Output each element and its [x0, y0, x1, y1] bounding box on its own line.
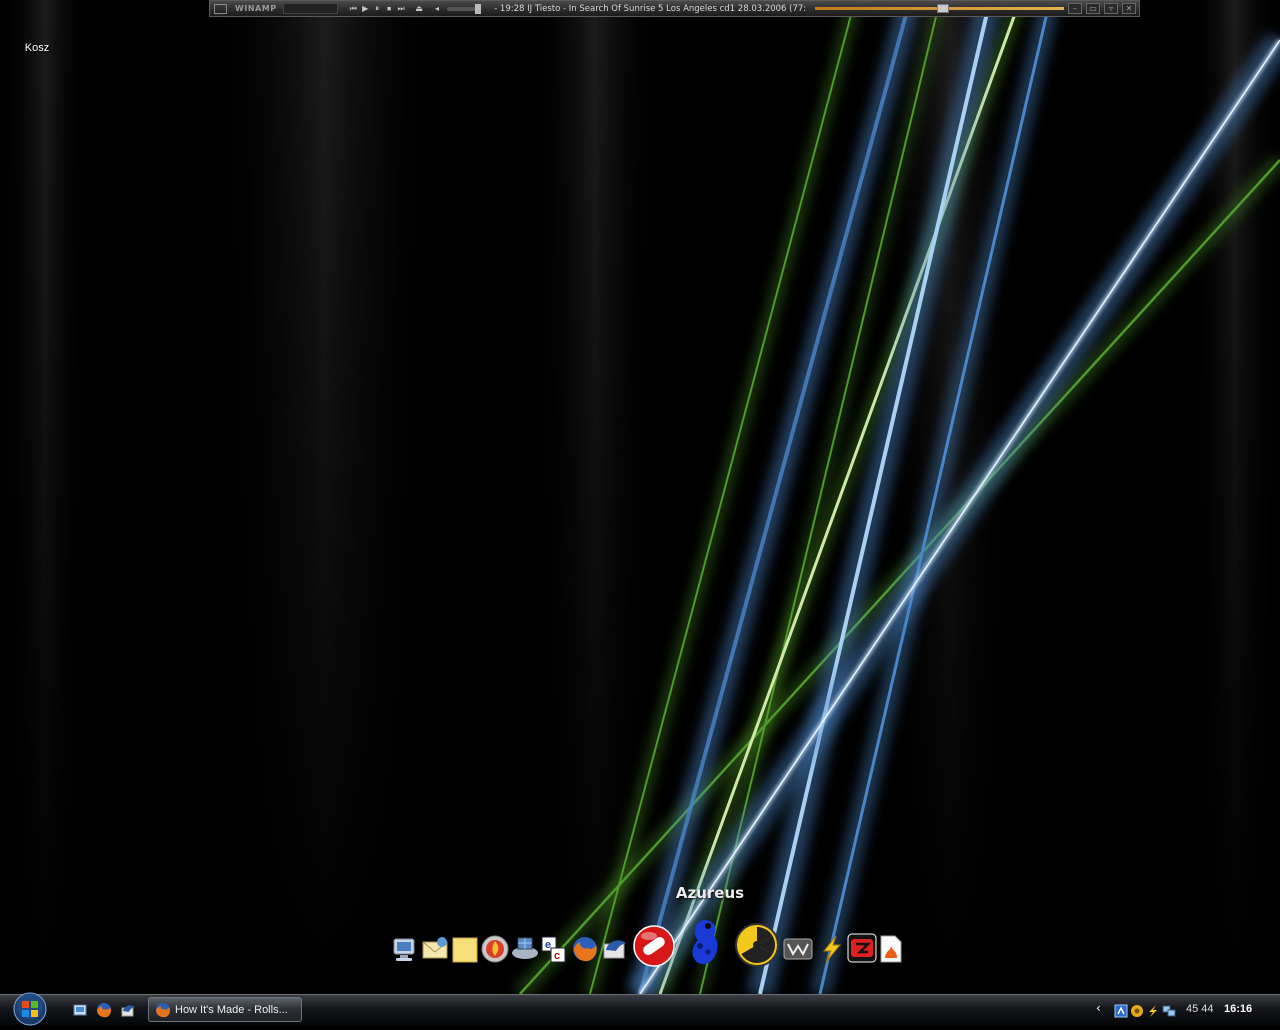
firefox-icon[interactable]: [570, 934, 600, 964]
desktop-icon-recycle-bin[interactable]: Kosz: [10, 36, 64, 55]
pause-button[interactable]: ⏸: [371, 4, 383, 14]
seek-knob[interactable]: [937, 4, 950, 13]
svg-text:c: c: [554, 950, 560, 962]
lightning-icon[interactable]: [816, 934, 846, 964]
connection-tray-icon[interactable]: [1162, 1003, 1176, 1017]
next-track-button[interactable]: ⏭: [395, 4, 407, 14]
pill-icon[interactable]: [632, 924, 676, 968]
svg-text:e: e: [545, 939, 551, 951]
ec-app-icon[interactable]: ec: [540, 934, 568, 964]
winamp-visualizer[interactable]: [282, 3, 338, 14]
winamp-close-button[interactable]: ✕: [1121, 3, 1136, 14]
seek-bar[interactable]: [815, 4, 1065, 13]
start-button[interactable]: [4, 992, 48, 1026]
volume-slider[interactable]: [446, 3, 481, 14]
winamp-shade-button[interactable]: ▿: [1103, 3, 1118, 14]
track-title: - 19:28 IJ Tiesto - In Search Of Sunrise…: [494, 3, 808, 14]
show-desktop-icon[interactable]: [72, 1002, 88, 1018]
document-icon[interactable]: [878, 934, 904, 964]
winamp-menu-icon[interactable]: [214, 3, 228, 14]
radiation-icon[interactable]: [734, 922, 780, 968]
taskbar: How It's Made - Rolls... ‹ 45 44 16:16: [0, 992, 1280, 1026]
winamp-window[interactable]: WINAMP ⏮ ▶ ⏸ ⏹ ⏭ ⏏ ◂ - 19:28 IJ Tiesto -…: [209, 0, 1140, 17]
taskbar-button-label: How It's Made - Rolls...: [175, 1003, 288, 1016]
clock[interactable]: 16:16: [1224, 1003, 1252, 1015]
mail-icon[interactable]: [420, 934, 450, 964]
dock: ec: [388, 918, 908, 970]
winamp-icon[interactable]: [782, 934, 814, 964]
winamp-minimize-button[interactable]: –: [1068, 3, 1083, 14]
volume-icon: ◂: [434, 4, 439, 13]
network-places-icon[interactable]: [510, 934, 540, 964]
eject-button[interactable]: ⏏: [413, 4, 425, 13]
firefox-icon: [156, 1002, 170, 1017]
dock-hover-label: Azureus: [675, 884, 745, 902]
thunderbird-icon[interactable]: [600, 934, 630, 964]
thunderbird-quicklaunch-icon[interactable]: [120, 1002, 136, 1018]
system-tray: ‹ 45 44 16:16: [1094, 995, 1280, 1025]
tray-expand-chevron[interactable]: ‹: [1096, 1001, 1101, 1015]
computer-icon[interactable]: [390, 934, 420, 964]
play-button[interactable]: ▶: [359, 4, 371, 13]
desktop[interactable]: Kosz WINAMP ⏮ ▶ ⏸ ⏹ ⏭ ⏏ ◂ - 19:28 IJ Tie…: [0, 0, 1280, 994]
previous-track-button[interactable]: ⏮: [347, 4, 359, 14]
burn-disc-icon[interactable]: [480, 934, 510, 964]
network-tray-icon[interactable]: [1114, 1003, 1128, 1018]
red-app-icon[interactable]: [846, 932, 878, 964]
desktop-icon-label: Kosz: [24, 42, 50, 54]
taskbar-button-firefox[interactable]: How It's Made - Rolls...: [148, 997, 302, 1022]
volume-knob[interactable]: [474, 3, 481, 14]
tray-readout: 45 44: [1186, 1003, 1214, 1015]
azureus-frog-icon[interactable]: [684, 916, 724, 968]
stop-button[interactable]: ⏹: [383, 4, 395, 14]
firefox-quicklaunch-icon[interactable]: [96, 1002, 112, 1018]
folder-icon[interactable]: [450, 934, 480, 964]
wallpaper: [0, 0, 1280, 994]
settings-tray-icon[interactable]: [1130, 1003, 1144, 1017]
winamp-title: WINAMP: [235, 4, 277, 13]
lightning-tray-icon[interactable]: [1146, 1003, 1160, 1017]
winamp-restore-button[interactable]: ▭: [1086, 3, 1100, 14]
